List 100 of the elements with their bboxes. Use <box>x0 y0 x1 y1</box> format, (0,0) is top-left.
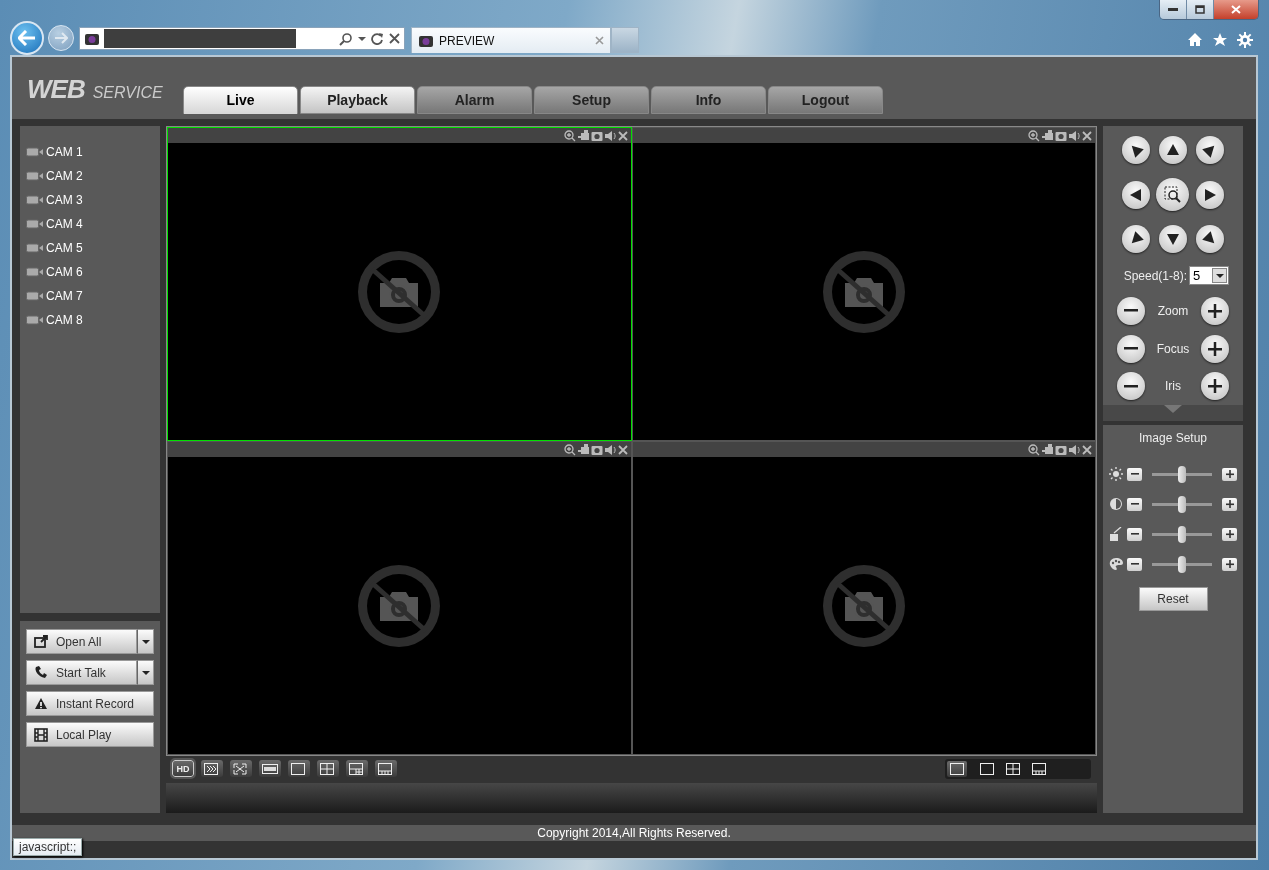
slider-thumb[interactable] <box>1178 465 1186 483</box>
camera-item[interactable]: CAM 2 <box>46 169 83 183</box>
nav-tab[interactable]: Logout <box>768 86 883 114</box>
zoom-in-icon[interactable] <box>1028 443 1040 456</box>
view-button[interactable] <box>346 760 368 777</box>
minus-button[interactable] <box>1117 334 1145 363</box>
view-button[interactable] <box>201 760 223 777</box>
browser-tab[interactable]: PREVIEW <box>411 27 611 53</box>
video-camera-icon[interactable] <box>577 130 589 141</box>
action-button[interactable]: Instant Record <box>26 691 154 716</box>
camera-icon[interactable] <box>1055 443 1067 456</box>
video-camera-icon[interactable] <box>1042 444 1053 455</box>
back-button[interactable] <box>10 21 44 55</box>
slider-thumb[interactable] <box>1178 555 1186 573</box>
caret-icon <box>141 639 150 644</box>
plus-button[interactable] <box>1201 372 1229 401</box>
speaker-icon[interactable] <box>604 129 616 142</box>
plus-button[interactable] <box>1201 334 1229 363</box>
reset-button[interactable]: Reset <box>1138 587 1208 611</box>
speed-select[interactable]: 5 <box>1189 266 1229 285</box>
view-button[interactable] <box>317 760 339 777</box>
nav-tab[interactable]: Alarm <box>417 86 532 114</box>
camera-item[interactable]: CAM 7 <box>46 289 83 303</box>
layout-button[interactable] <box>1003 760 1023 777</box>
minus-button[interactable] <box>1127 557 1142 571</box>
close-button[interactable] <box>1214 0 1258 19</box>
close-icon[interactable] <box>389 33 400 44</box>
dropdown-button[interactable] <box>137 629 154 654</box>
lens-label: Zoom <box>1156 303 1190 318</box>
star-icon[interactable] <box>1212 32 1228 47</box>
view-button[interactable] <box>288 760 310 777</box>
view-button[interactable] <box>230 760 252 777</box>
camera-icon[interactable] <box>590 443 603 456</box>
close-icon[interactable] <box>1082 444 1092 455</box>
direction-button[interactable] <box>1196 180 1225 209</box>
action-button[interactable]: Start Talk <box>26 660 137 685</box>
minimize-button[interactable] <box>1160 0 1187 19</box>
layout-button[interactable] <box>947 760 967 777</box>
nav-tab[interactable]: Setup <box>534 86 649 114</box>
plus-button[interactable] <box>1222 557 1237 571</box>
zoom-area-button[interactable] <box>1156 178 1190 211</box>
plus-icon <box>1208 303 1222 318</box>
speaker-icon[interactable] <box>604 443 616 456</box>
camera-item[interactable]: CAM 1 <box>46 145 83 159</box>
quality-button[interactable]: HD <box>172 760 194 777</box>
layout-button[interactable] <box>977 760 997 777</box>
video-camera-icon[interactable] <box>577 444 589 455</box>
layout-button[interactable] <box>1029 760 1049 777</box>
plus-button[interactable] <box>1201 296 1229 325</box>
nav-tab[interactable]: Info <box>651 86 766 114</box>
zoom-in-icon[interactable] <box>563 443 576 456</box>
camera-item[interactable]: CAM 5 <box>46 241 83 255</box>
speaker-icon[interactable] <box>1069 129 1080 142</box>
direction-button[interactable] <box>1159 225 1187 253</box>
camera-item[interactable]: CAM 8 <box>46 313 83 327</box>
video-camera-icon[interactable] <box>1042 130 1053 141</box>
action-button[interactable]: Local Play <box>26 722 154 747</box>
close-icon[interactable] <box>617 444 628 455</box>
search-icon[interactable] <box>339 31 353 46</box>
direction-button[interactable] <box>1159 136 1187 164</box>
settings-icon[interactable] <box>1237 32 1253 48</box>
plus-button[interactable] <box>1222 527 1237 541</box>
view-button[interactable] <box>259 760 281 777</box>
refresh-icon[interactable] <box>371 32 384 45</box>
maximize-button[interactable] <box>1187 0 1214 19</box>
close-icon[interactable] <box>1082 130 1092 141</box>
camera-icon[interactable] <box>1055 129 1067 142</box>
view-button[interactable] <box>375 760 397 777</box>
slider-thumb[interactable] <box>1178 525 1186 543</box>
home-icon[interactable] <box>1187 32 1203 47</box>
minus-button[interactable] <box>1117 372 1145 401</box>
direction-button[interactable] <box>1196 136 1225 164</box>
speaker-icon[interactable] <box>1069 443 1080 456</box>
camera-item[interactable]: CAM 3 <box>46 193 83 207</box>
minus-button[interactable] <box>1127 467 1142 481</box>
zoom-in-icon[interactable] <box>563 129 576 142</box>
minus-button[interactable] <box>1117 296 1145 325</box>
caret-icon[interactable] <box>358 35 366 42</box>
dropdown-button[interactable] <box>137 660 154 685</box>
minus-button[interactable] <box>1127 527 1142 541</box>
direction-button[interactable] <box>1121 180 1150 209</box>
direction-button[interactable] <box>1196 225 1225 253</box>
address-field[interactable] <box>79 27 405 50</box>
triangle-icon <box>1165 231 1181 247</box>
nav-tab[interactable]: Live <box>183 86 298 114</box>
action-button[interactable]: Open All <box>26 629 137 654</box>
slider-thumb[interactable] <box>1178 495 1186 513</box>
camera-icon[interactable] <box>590 129 603 142</box>
direction-button[interactable] <box>1121 136 1150 164</box>
camera-item[interactable]: CAM 4 <box>46 217 83 231</box>
minus-icon <box>1130 563 1139 565</box>
plus-button[interactable] <box>1222 497 1237 511</box>
zoom-in-icon[interactable] <box>1028 129 1040 142</box>
nav-tab[interactable]: Playback <box>300 86 415 114</box>
forward-button[interactable] <box>48 25 74 51</box>
close-icon[interactable] <box>617 130 628 141</box>
camera-item[interactable]: CAM 6 <box>46 265 83 279</box>
plus-button[interactable] <box>1222 467 1237 481</box>
minus-button[interactable] <box>1127 497 1142 511</box>
direction-button[interactable] <box>1121 225 1150 253</box>
